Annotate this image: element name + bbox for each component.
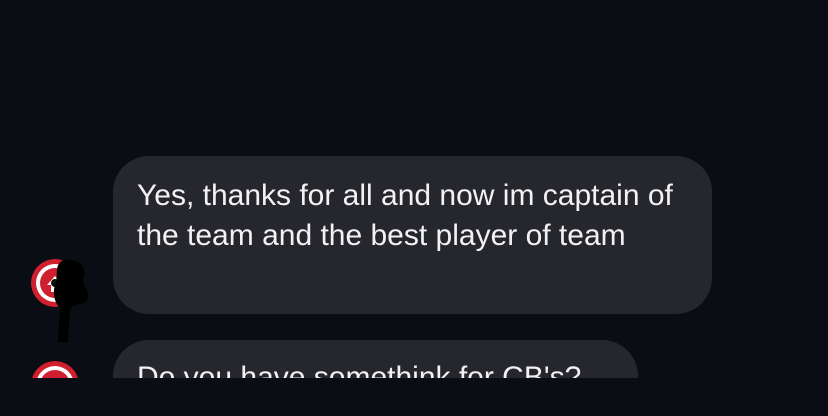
redaction-scribble <box>53 259 89 342</box>
message-bubble[interactable]: Do you have somethink for CB's? <box>113 340 638 378</box>
message-text: Yes, thanks for all and now im captain o… <box>137 179 673 252</box>
message-bubble[interactable]: Yes, thanks for all and now im captain o… <box>113 156 712 314</box>
sender-avatar[interactable] <box>31 361 79 378</box>
bottom-bar <box>0 378 828 416</box>
club-crest-icon <box>32 361 78 378</box>
message-text: Do you have somethink for CB's? <box>137 361 582 378</box>
chat-thread: Yes, thanks for all and now im captain o… <box>0 0 828 378</box>
